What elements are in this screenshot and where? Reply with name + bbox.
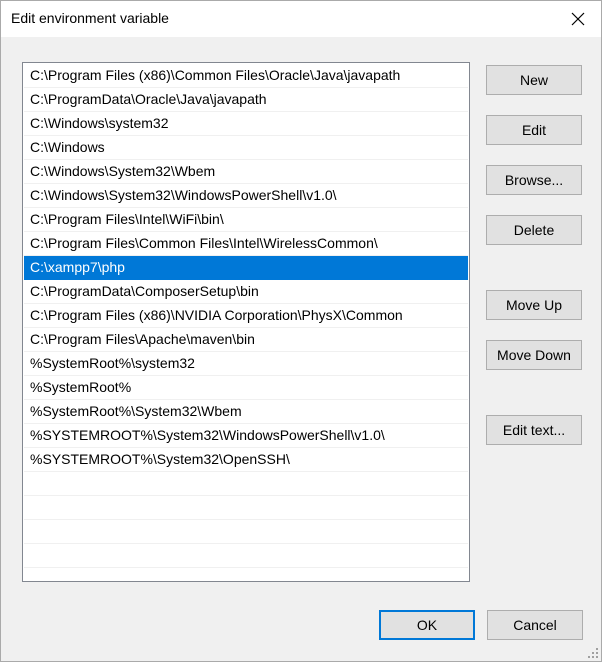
dialog-window: Edit environment variable C:\Program Fil… xyxy=(0,0,602,662)
list-item-empty[interactable] xyxy=(24,496,468,520)
list-item[interactable]: %SYSTEMROOT%\System32\OpenSSH\ xyxy=(24,448,468,472)
close-button[interactable] xyxy=(555,1,601,37)
list-item[interactable]: C:\ProgramData\ComposerSetup\bin xyxy=(24,280,468,304)
cancel-button[interactable]: Cancel xyxy=(487,610,583,640)
list-item[interactable]: C:\Windows\System32\WindowsPowerShell\v1… xyxy=(24,184,468,208)
list-item[interactable]: %SYSTEMROOT%\System32\WindowsPowerShell\… xyxy=(24,424,468,448)
move-down-button[interactable]: Move Down xyxy=(486,340,582,370)
window-title: Edit environment variable xyxy=(11,10,169,26)
list-item-empty[interactable] xyxy=(24,472,468,496)
list-item[interactable]: C:\Program Files\Apache\maven\bin xyxy=(24,328,468,352)
list-item[interactable]: C:\Program Files (x86)\Common Files\Orac… xyxy=(24,64,468,88)
list-item[interactable]: C:\xampp7\php xyxy=(24,256,468,280)
resize-grip-icon[interactable] xyxy=(587,647,599,659)
list-item[interactable]: C:\ProgramData\Oracle\Java\javapath xyxy=(24,88,468,112)
list-item-empty[interactable] xyxy=(24,568,468,581)
list-item[interactable]: %SystemRoot%\system32 xyxy=(24,352,468,376)
new-button[interactable]: New xyxy=(486,65,582,95)
list-item[interactable]: C:\Program Files\Intel\WiFi\bin\ xyxy=(24,208,468,232)
list-item[interactable]: %SystemRoot% xyxy=(24,376,468,400)
move-up-button[interactable]: Move Up xyxy=(486,290,582,320)
path-list[interactable]: C:\Program Files (x86)\Common Files\Orac… xyxy=(22,62,470,582)
browse-button[interactable]: Browse... xyxy=(486,165,582,195)
edit-text-button[interactable]: Edit text... xyxy=(486,415,582,445)
list-item-empty[interactable] xyxy=(24,544,468,568)
close-icon xyxy=(571,12,585,26)
list-item[interactable]: C:\Windows\System32\Wbem xyxy=(24,160,468,184)
edit-button[interactable]: Edit xyxy=(486,115,582,145)
title-bar[interactable]: Edit environment variable xyxy=(1,1,601,37)
list-item[interactable]: C:\Windows\system32 xyxy=(24,112,468,136)
ok-button[interactable]: OK xyxy=(379,610,475,640)
delete-button[interactable]: Delete xyxy=(486,215,582,245)
list-item[interactable]: %SystemRoot%\System32\Wbem xyxy=(24,400,468,424)
list-item[interactable]: C:\Windows xyxy=(24,136,468,160)
list-item[interactable]: C:\Program Files (x86)\NVIDIA Corporatio… xyxy=(24,304,468,328)
list-item[interactable]: C:\Program Files\Common Files\Intel\Wire… xyxy=(24,232,468,256)
list-item-empty[interactable] xyxy=(24,520,468,544)
